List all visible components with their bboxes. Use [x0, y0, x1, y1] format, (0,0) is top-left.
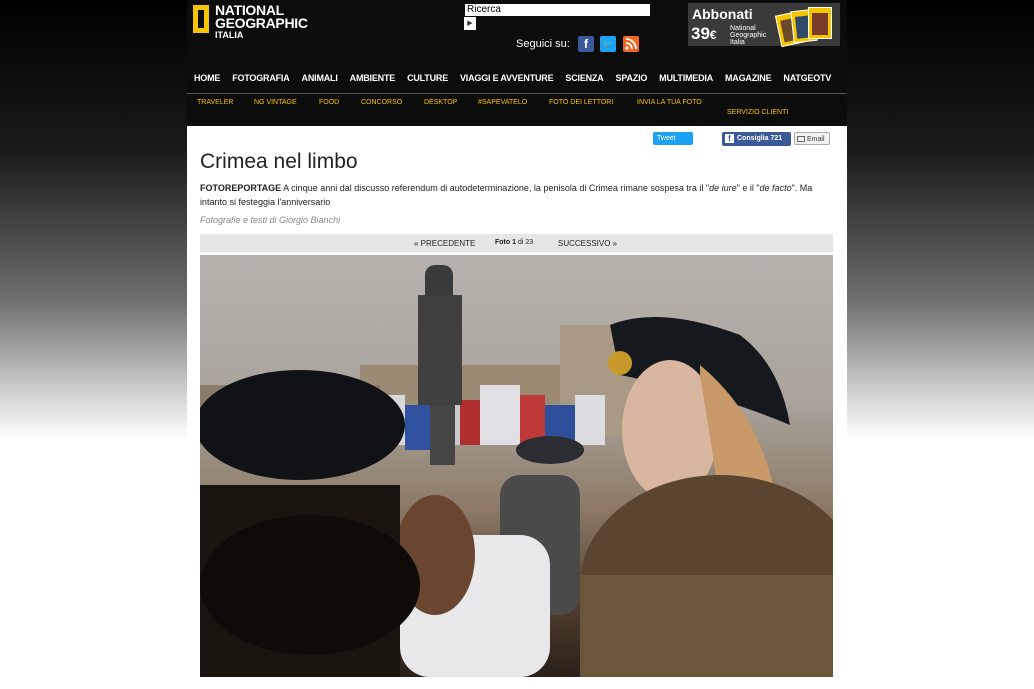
email-label: Email	[807, 136, 825, 143]
follow-label: Seguici su:	[516, 38, 570, 50]
secondary-navigation: TRAVELER NG VINTAGE FOOD CONCORSO DESKTO…	[187, 94, 847, 126]
subscribe-price: 39€	[691, 24, 717, 43]
site-header: NATIONAL GEOGRAPHIC ITALIA Ricerca ▶ Seg…	[187, 0, 847, 126]
crimea-rally-photo-image	[200, 265, 833, 677]
nav-item-natgeotv[interactable]: NATGEOTV	[783, 68, 831, 88]
twitter-icon[interactable]: 🐦	[600, 36, 616, 52]
rss-icon[interactable]	[623, 36, 639, 52]
nav-item-magazine[interactable]: MAGAZINE	[725, 68, 772, 88]
subscribe-title: Abbonati	[692, 6, 753, 22]
email-share-button[interactable]: Email	[794, 132, 830, 145]
national-geographic-logo[interactable]: NATIONAL GEOGRAPHIC ITALIA	[193, 3, 308, 40]
subscribe-caption: National Geographic Italia	[730, 25, 767, 46]
yellow-border-logo-icon	[193, 5, 209, 33]
article-byline: Fotografie e testi di Giorgio Bianchi	[200, 215, 341, 225]
tweet-button[interactable]: Tweet	[653, 132, 693, 145]
previous-photo-link[interactable]: « PRECEDENTE	[414, 239, 475, 248]
envelope-icon	[797, 136, 805, 143]
article-kicker: FOTOREPORTAGE	[200, 183, 282, 193]
subnav-item-invia-la-tua-foto[interactable]: INVIA LA TUA FOTO	[637, 99, 702, 106]
page-wrapper: NATIONAL GEOGRAPHIC ITALIA Ricerca ▶ Seg…	[187, 0, 847, 689]
facebook-recommend-button[interactable]: f Consiglia 721	[722, 132, 791, 146]
facebook-icon[interactable]: f	[578, 36, 594, 52]
logo-line-2: GEOGRAPHIC	[215, 15, 308, 31]
nav-item-home[interactable]: HOME	[194, 68, 220, 88]
subnav-item-ng-vintage[interactable]: NG VINTAGE	[254, 99, 297, 106]
article-title: Crimea nel limbo	[200, 150, 358, 173]
facebook-recommend-label: Consiglia 721	[737, 135, 783, 142]
search-input[interactable]: Ricerca	[465, 4, 650, 16]
article-lead: FOTOREPORTAGE A cinque anni dal discusso…	[200, 183, 813, 207]
logo-line-3: ITALIA	[215, 30, 244, 40]
nav-item-multimedia[interactable]: MULTIMEDIA	[659, 68, 713, 88]
nav-item-animali[interactable]: ANIMALI	[302, 68, 338, 88]
nav-item-viaggi-e-avventure[interactable]: VIAGGI E AVVENTURE	[460, 68, 554, 88]
subnav-item-desktop[interactable]: DESKTOP	[424, 99, 457, 106]
nav-item-culture[interactable]: CULTURE	[407, 68, 448, 88]
facebook-icon: f	[725, 133, 734, 143]
search-submit-arrow-icon[interactable]: ▶	[464, 17, 476, 30]
photo-counter: Foto 1 di 23	[495, 239, 534, 246]
logo-text: NATIONAL GEOGRAPHIC ITALIA	[215, 3, 308, 40]
tweet-label: Tweet	[657, 135, 676, 142]
subnav-item-traveler[interactable]: TRAVELER	[197, 99, 233, 106]
main-navigation: HOME FOTOGRAFIA ANIMALI AMBIENTE CULTURE…	[187, 68, 847, 88]
magazine-covers-image	[774, 5, 838, 48]
gallery-navigation: « PRECEDENTE Foto 1 di 23 SUCCESSIVO »	[200, 234, 833, 252]
nav-item-spazio[interactable]: SPAZIO	[616, 68, 648, 88]
nav-item-scienza[interactable]: SCIENZA	[565, 68, 603, 88]
subnav-item-concorso[interactable]: CONCORSO	[361, 99, 402, 106]
subnav-item-servizio-clienti[interactable]: SERVIZIO CLIENTI	[727, 109, 788, 116]
next-photo-link[interactable]: SUCCESSIVO »	[558, 239, 617, 248]
subnav-item-sapevatelo[interactable]: #SAPEVATELO	[478, 99, 527, 106]
gallery-photo	[200, 255, 833, 677]
nav-item-fotografia[interactable]: FOTOGRAFIA	[232, 68, 290, 88]
subnav-item-food[interactable]: FOOD	[319, 99, 339, 106]
subscribe-banner[interactable]: Abbonati 39€ National Geographic Italia	[688, 3, 840, 48]
subnav-item-foto-dei-lettori[interactable]: FOTO DEI LETTORI	[549, 99, 613, 106]
nav-item-ambiente[interactable]: AMBIENTE	[350, 68, 396, 88]
